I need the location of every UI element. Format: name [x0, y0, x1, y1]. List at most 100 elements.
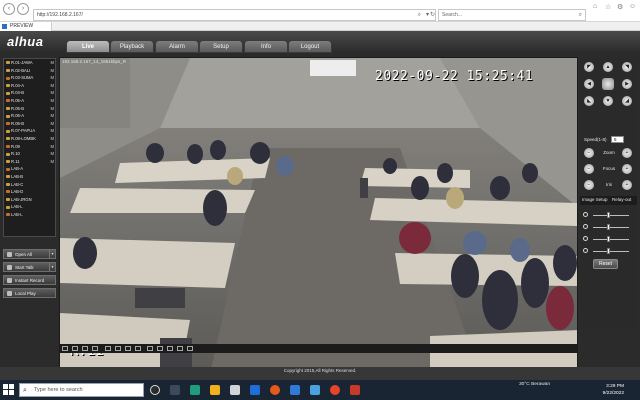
channel-item[interactable]: R.07-PAPUA M [4, 127, 55, 135]
internet-explorer-icon[interactable] [290, 385, 300, 395]
gear-icon[interactable]: ⚙ [617, 3, 623, 11]
channel-stream-flag[interactable]: M [51, 127, 55, 135]
pdf-icon[interactable] [350, 385, 360, 395]
channel-stream-flag[interactable]: M [51, 105, 55, 113]
focus-out-icon[interactable]: − [584, 164, 594, 174]
channel-stream-flag[interactable]: M [51, 59, 55, 67]
channel-stream-flag[interactable]: M [51, 120, 55, 128]
channel-item[interactable]: R.11 M [4, 158, 55, 166]
focus-in-icon[interactable]: + [622, 164, 632, 174]
start-talk-button[interactable]: Start Talk ▾ [3, 262, 56, 272]
chevron-down-icon[interactable]: ▾ [49, 263, 55, 271]
ptz-up-icon[interactable]: ▲ [603, 62, 613, 72]
channel-item[interactable]: LAB-JRGN [4, 196, 55, 204]
instant-record-button[interactable]: Instant Record [3, 275, 56, 285]
contrast-slider[interactable] [583, 223, 635, 231]
zoom-out-icon[interactable]: − [584, 148, 594, 158]
ptz-up-left-icon[interactable]: ◤ [584, 62, 594, 72]
channel-item[interactable]: R.04-B M [4, 89, 55, 97]
search-icon[interactable]: ⌕ [579, 10, 582, 21]
channel-item[interactable]: R.01-JAWA M [4, 59, 55, 67]
home-icon[interactable]: ⌂ [593, 3, 597, 10]
zoom-icon[interactable] [187, 346, 193, 351]
weather-widget[interactable]: 30°C Berawan [519, 382, 550, 387]
saturation-slider[interactable] [583, 235, 635, 243]
tab-playback[interactable]: Playback [110, 40, 154, 53]
channel-item[interactable]: LAB-C [4, 181, 55, 189]
zoom-in-icon[interactable]: + [622, 148, 632, 158]
ptz-right-icon[interactable]: ▶ [622, 79, 632, 89]
ptz-up-right-icon[interactable]: ◥ [622, 62, 632, 72]
ptz-center-icon[interactable] [602, 78, 614, 90]
channel-item[interactable]: R.05-B M [4, 105, 55, 113]
record-icon[interactable] [157, 346, 163, 351]
channel-item[interactable]: R.04-A M [4, 82, 55, 90]
dropdown-icon[interactable]: ▾ [426, 10, 429, 21]
open-all-button[interactable]: Open All ▾ [3, 249, 56, 259]
stream-icon[interactable] [177, 346, 183, 351]
file-explorer-icon[interactable] [210, 385, 220, 395]
chrome-icon[interactable] [330, 385, 340, 395]
tab-live[interactable]: Live [66, 40, 110, 53]
chevron-down-icon[interactable]: ▾ [49, 250, 55, 258]
tab-image-setup[interactable]: Image Setup [582, 197, 608, 202]
local-play-button[interactable]: Local Play [3, 288, 56, 298]
channel-stream-flag[interactable]: M [51, 67, 55, 75]
task-view-icon[interactable] [170, 385, 180, 395]
fullscreen-icon[interactable] [92, 346, 98, 351]
refresh-icon[interactable]: ↻ [430, 10, 435, 21]
channel-item[interactable]: R.03-SUMA M [4, 74, 55, 82]
tab-logout[interactable]: Logout [288, 40, 332, 53]
channel-item[interactable]: R.05-A M [4, 97, 55, 105]
tab-alarm[interactable]: Alarm [155, 40, 199, 53]
channel-list[interactable]: R.01-JAWA M R.02-BALI M R.03-SUMA M R.04-A M R.0… [3, 58, 56, 237]
layout-1-icon[interactable] [62, 346, 68, 351]
taskbar-search-input[interactable]: ⌕ Type here to search [19, 383, 144, 397]
channel-item[interactable]: R.02-BALI M [4, 67, 55, 75]
search-input[interactable]: Search... ⌕ [438, 9, 586, 21]
iris-open-icon[interactable]: + [622, 180, 632, 190]
favorites-icon[interactable]: ☆ [605, 3, 611, 11]
mail-icon[interactable] [250, 385, 260, 395]
slider-knob[interactable] [607, 236, 610, 242]
address-bar[interactable]: http://192.168.2.167/ ⌕ ▾ ↻ [33, 9, 436, 21]
layout-9-icon[interactable] [82, 346, 88, 351]
layout-16-icon[interactable] [105, 346, 111, 351]
channel-item[interactable]: R.06-B M [4, 120, 55, 128]
channel-item[interactable]: R.06-A M [4, 112, 55, 120]
hue-slider[interactable] [583, 247, 635, 255]
ptz-left-icon[interactable]: ◀ [584, 79, 594, 89]
channel-stream-flag[interactable]: M [51, 82, 55, 90]
cortana-icon[interactable] [150, 385, 160, 395]
layout-36-icon[interactable] [125, 346, 131, 351]
audio-icon[interactable] [167, 346, 173, 351]
tab-info[interactable]: Info [244, 40, 288, 53]
slider-knob[interactable] [607, 212, 610, 218]
ptz-down-right-icon[interactable]: ◢ [622, 96, 632, 106]
channel-item[interactable]: R.08-LOMBK M [4, 135, 55, 143]
channel-item[interactable]: R.10 M [4, 150, 55, 158]
channel-stream-flag[interactable]: M [51, 89, 55, 97]
layout-25-icon[interactable] [115, 346, 121, 351]
channel-stream-flag[interactable]: M [51, 74, 55, 82]
slider-knob[interactable] [607, 224, 610, 230]
brightness-slider[interactable] [583, 211, 635, 219]
channel-item[interactable]: LAB-A [4, 165, 55, 173]
channel-stream-flag[interactable]: M [51, 150, 55, 158]
snapshot-icon[interactable] [147, 346, 153, 351]
app-icon[interactable] [310, 385, 320, 395]
slider-knob[interactable] [607, 248, 610, 254]
channel-stream-flag[interactable]: M [51, 143, 55, 151]
taskbar-clock[interactable]: 3:29 PM 9/22/2022 [603, 383, 624, 397]
video-feed[interactable]: 192.168.2.167_14_1861kbps_R 2022-09-22 1… [59, 57, 578, 373]
channel-stream-flag[interactable]: M [51, 112, 55, 120]
channel-item[interactable]: LAB-L [4, 203, 55, 211]
forward-icon[interactable]: › [17, 3, 29, 15]
channel-item[interactable]: LAB-D [4, 188, 55, 196]
reset-button[interactable]: Reset [593, 259, 618, 269]
tab-relay-out[interactable]: Relay-out [612, 197, 631, 202]
channel-item[interactable]: LAB-B [4, 173, 55, 181]
search-icon[interactable]: ⌕ [418, 10, 421, 21]
ptz-down-icon[interactable]: ▼ [603, 96, 613, 106]
back-icon[interactable]: ‹ [3, 3, 15, 15]
